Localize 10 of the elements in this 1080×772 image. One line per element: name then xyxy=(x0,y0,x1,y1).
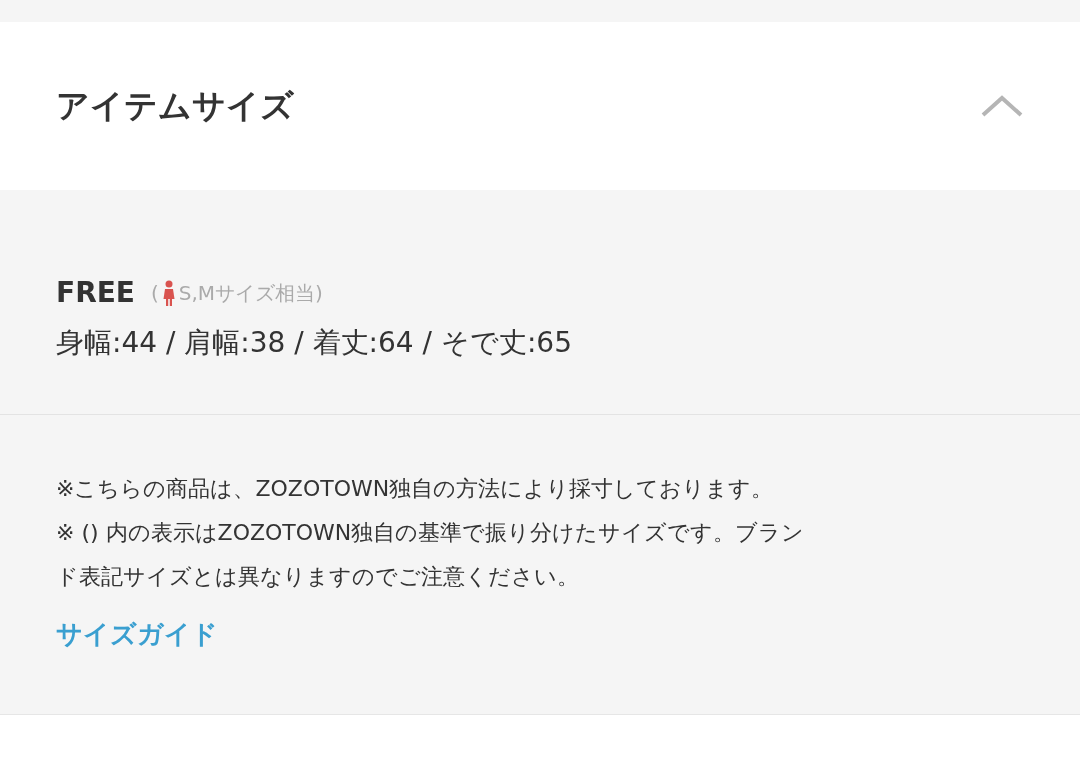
chevron-up-icon[interactable] xyxy=(980,94,1024,118)
section-title: アイテムサイズ xyxy=(56,85,294,128)
note-text: ※こちらの商品は、ZOZOTOWN独自の方法により採寸しております。 xyxy=(56,475,775,503)
section-header[interactable]: アイテムサイズ xyxy=(0,22,1080,190)
measurements-text: 身幅:44 / 肩幅:38 / 着丈:64 / そで丈:65 xyxy=(56,325,573,361)
size-equivalent: S,Mサイズ相当) xyxy=(178,280,323,307)
parenthesis-text: ( xyxy=(150,280,159,307)
note-text: ※ () 内の表示はZOZOTOWN独自の基準で振り分けたサイズです。ブランド表記サイズとは異なりますのでご注意ください。 xyxy=(56,519,806,591)
size-name: FREE xyxy=(56,275,135,311)
person-icon xyxy=(162,280,175,306)
